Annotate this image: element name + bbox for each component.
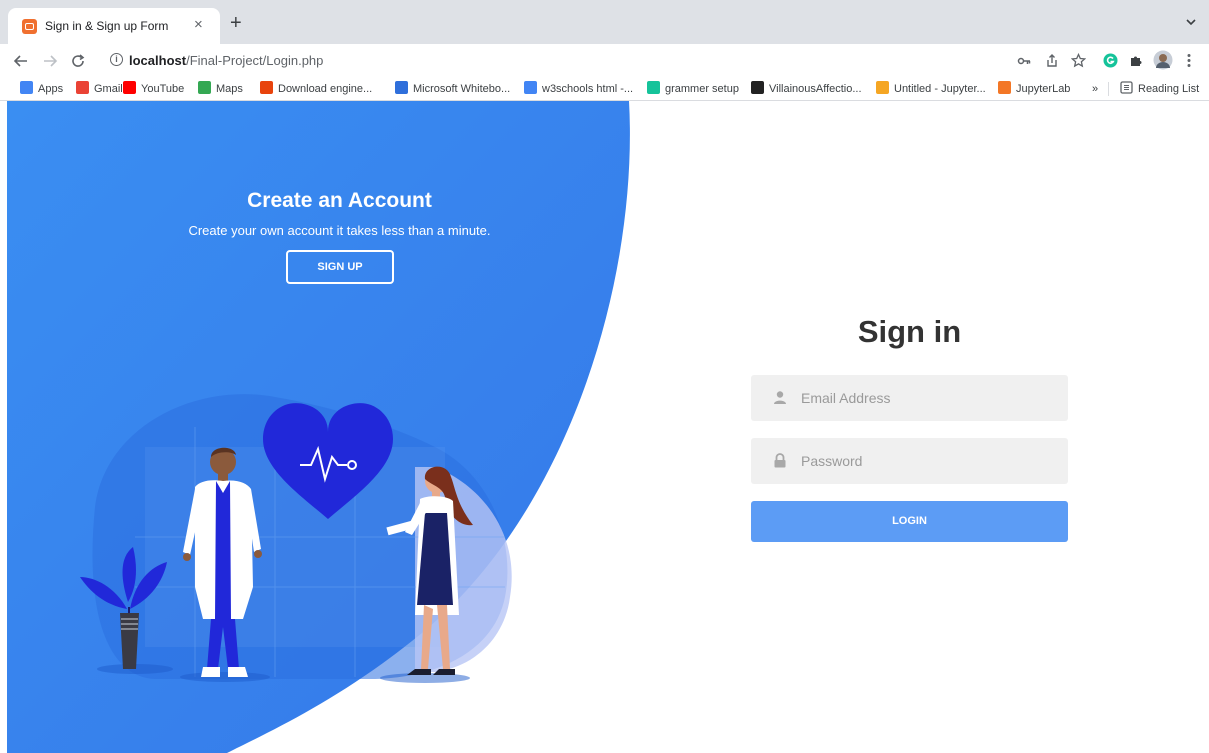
reading-list-button[interactable]: Reading List	[1120, 81, 1199, 97]
sign-up-button[interactable]: SIGN UP	[286, 250, 394, 284]
bookmark-item[interactable]: w3schools html -...	[524, 81, 633, 97]
notebook-icon	[876, 81, 889, 94]
promo-title: Create an Account	[247, 189, 432, 212]
bookmark-label: VillainousAffectio...	[769, 83, 862, 95]
whiteboard-icon	[395, 81, 408, 94]
doctors-illustration	[80, 394, 512, 683]
bookmark-label: Download engine...	[278, 83, 373, 95]
bookmark-label: Apps	[38, 83, 64, 95]
bookmark-label: YouTube	[141, 83, 185, 95]
bookmarks-overflow-button[interactable]: »	[1092, 81, 1098, 97]
bookmark-label: Microsoft Whitebo...	[413, 83, 511, 95]
login-page: Create an Account Create your own accoun…	[7, 101, 1209, 753]
email-input[interactable]	[801, 375, 1051, 421]
browser-menu-icon[interactable]	[1186, 53, 1192, 68]
password-key-icon[interactable]	[1017, 54, 1031, 68]
tab-title: Sign in & Sign up Form	[45, 19, 169, 33]
bookmark-label: Untitled - Jupyter...	[894, 83, 986, 95]
bookmark-label: Maps	[216, 83, 243, 95]
email-field[interactable]	[751, 375, 1068, 421]
site-info-icon[interactable]: i	[110, 53, 123, 66]
login-button[interactable]: LOGIN	[751, 501, 1068, 542]
bookmark-label: JupyterLab	[1016, 83, 1071, 95]
replit-icon	[751, 81, 764, 94]
x-icon	[260, 81, 273, 94]
tab-favicon-icon	[22, 19, 37, 34]
tab-search-chevron-icon[interactable]	[1185, 16, 1197, 28]
password-field[interactable]	[751, 438, 1068, 484]
bookmarks-divider	[1108, 82, 1109, 96]
bookmark-item[interactable]: YouTube	[123, 81, 184, 97]
new-tab-button[interactable]: +	[230, 13, 242, 33]
password-input[interactable]	[801, 438, 1051, 484]
sign-in-title: Sign in	[857, 314, 962, 349]
bookmark-item[interactable]: Download engine...	[260, 81, 372, 97]
address-bar[interactable]: i localhost/Final-Project/Login.php	[98, 48, 1098, 74]
apps-grid-icon	[20, 81, 33, 94]
forward-arrow-icon[interactable]	[42, 53, 58, 69]
back-arrow-icon[interactable]	[13, 53, 29, 69]
promo-subtitle: Create your own account it takes less th…	[188, 223, 491, 238]
maps-icon	[198, 81, 211, 94]
bookmark-item[interactable]: JupyterLab	[998, 81, 1070, 97]
gmail-icon	[76, 81, 89, 94]
jupyter-icon	[998, 81, 1011, 94]
browser-tab[interactable]: Sign in & Sign up Form ×	[8, 8, 220, 44]
bookmarks-bar: » Reading List Apps Gmail YouTube Maps Downl…	[0, 77, 1209, 101]
bookmark-item[interactable]: Gmail	[76, 81, 123, 97]
bookmark-item[interactable]: Maps	[198, 81, 243, 97]
bookmark-item[interactable]: VillainousAffectio...	[751, 81, 862, 97]
url-text: localhost/Final-Project/Login.php	[129, 53, 324, 68]
google-icon	[524, 81, 537, 94]
bookmark-label: w3schools html -...	[542, 83, 634, 95]
reading-list-icon	[1120, 81, 1133, 94]
grammarly-extension-icon[interactable]	[1103, 53, 1118, 68]
user-icon	[774, 391, 786, 404]
bookmark-star-icon[interactable]	[1071, 53, 1086, 68]
profile-avatar-icon[interactable]	[1153, 50, 1173, 70]
tab-close-icon[interactable]: ×	[194, 17, 203, 33]
share-icon[interactable]	[1045, 53, 1059, 68]
lock-icon	[774, 453, 786, 468]
bookmark-item[interactable]: Apps	[20, 81, 63, 97]
youtube-icon	[123, 81, 136, 94]
bookmark-item[interactable]: Microsoft Whitebo...	[395, 81, 510, 97]
reload-icon[interactable]	[70, 53, 86, 69]
bookmark-label: grammer setup	[665, 83, 739, 95]
bookmark-item[interactable]: grammer setup	[647, 81, 739, 97]
grammarly-icon	[647, 81, 660, 94]
bookmark-label: Gmail	[94, 83, 123, 95]
extensions-puzzle-icon[interactable]	[1129, 53, 1144, 68]
browser-toolbar: i localhost/Final-Project/Login.php	[0, 44, 1209, 77]
browser-tab-strip: Sign in & Sign up Form × +	[0, 0, 1209, 44]
bookmark-item[interactable]: Untitled - Jupyter...	[876, 81, 986, 97]
